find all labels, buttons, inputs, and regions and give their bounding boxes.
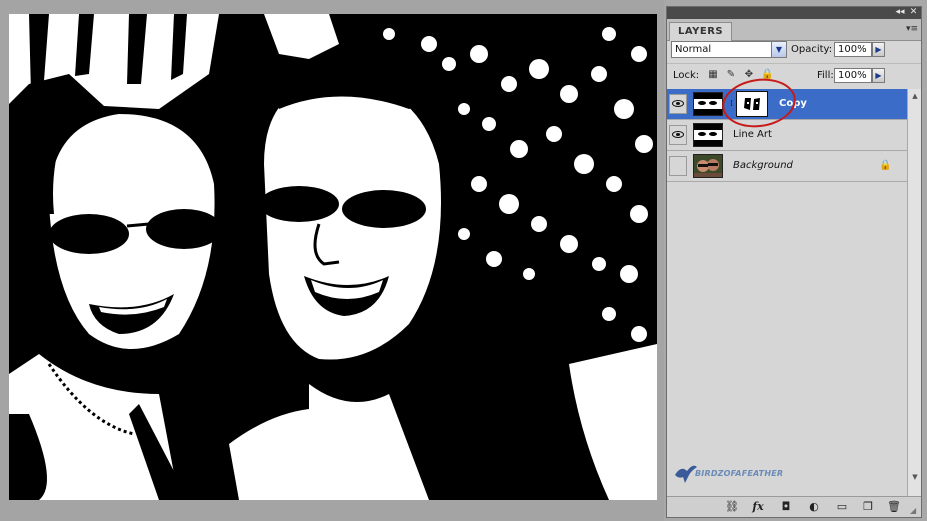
fx-icon[interactable]: fx <box>751 500 765 514</box>
line-art-photo <box>9 14 657 500</box>
move-lock-icon[interactable]: ✥ <box>743 69 755 81</box>
layers-scrollbar[interactable]: ▲ ▼ <box>907 89 921 497</box>
visibility-toggle[interactable] <box>669 125 687 145</box>
add-mask-icon[interactable]: ◘ <box>779 500 793 514</box>
canvas-area[interactable] <box>0 0 664 521</box>
mask-link-icon[interactable]: ⁞ <box>730 98 736 111</box>
layer-row-copy[interactable]: ⁞ Copy <box>667 89 907 120</box>
layer-row-background[interactable]: Background 🔒 <box>667 151 907 182</box>
layers-bottom-toolbar: ⛓ fx ◘ ◐ ▭ ❐ 🗑 ◢ <box>667 496 921 517</box>
blend-mode-select[interactable]: Normal ▼ <box>671 41 787 58</box>
lock-label: Lock: <box>673 70 700 81</box>
fill-input[interactable]: 100% <box>834 68 872 83</box>
transparency-lock-icon[interactable]: ▦ <box>707 69 719 81</box>
opacity-input[interactable]: 100% <box>834 42 872 57</box>
padlock-icon[interactable]: 🔒 <box>761 69 773 81</box>
layer-thumbnail <box>693 154 723 178</box>
adjustment-icon[interactable]: ◐ <box>807 500 821 514</box>
opacity-slider-button[interactable]: ▶ <box>872 42 885 57</box>
document-image[interactable] <box>9 14 657 500</box>
layers-panel: ◂◂ ✕ LAYERS ▾≡ Normal ▼ Opacity: 100% ▶ … <box>666 6 922 518</box>
watermark-text: BIRDZOFAFEATHER <box>695 469 784 478</box>
blend-mode-value: Normal <box>675 44 712 55</box>
new-layer-icon[interactable]: ❐ <box>861 500 875 514</box>
link-layers-icon[interactable]: ⛓ <box>725 500 739 514</box>
collapse-panel-button[interactable]: ◂◂ <box>893 7 907 18</box>
layer-thumbnail <box>693 123 723 147</box>
divider <box>667 63 921 64</box>
new-group-icon[interactable]: ▭ <box>835 500 849 514</box>
chevron-down-icon: ▼ <box>771 42 786 57</box>
panel-tab-strip: LAYERS ▾≡ <box>667 19 921 41</box>
scroll-up-icon[interactable]: ▲ <box>909 90 921 102</box>
layer-thumbnail <box>693 92 723 116</box>
layer-name: Copy <box>779 98 807 109</box>
layer-mask-thumbnail[interactable] <box>736 91 768 117</box>
visibility-toggle[interactable] <box>669 156 687 176</box>
close-panel-button[interactable]: ✕ <box>908 7 919 18</box>
trash-icon[interactable]: 🗑 <box>887 500 901 514</box>
resize-grip-icon[interactable]: ◢ <box>910 506 920 516</box>
layers-list: ⁞ Copy Line Art Background 🔒 <box>667 89 907 481</box>
tab-layers[interactable]: LAYERS <box>669 22 733 41</box>
watermark-logo: BIRDZOFAFEATHER <box>673 461 783 485</box>
eye-icon <box>672 131 684 138</box>
visibility-toggle[interactable] <box>669 94 687 114</box>
panel-title-bar[interactable]: ◂◂ ✕ <box>667 7 921 19</box>
padlock-icon: 🔒 <box>879 160 892 171</box>
opacity-label: Opacity: <box>791 44 833 55</box>
scroll-down-icon[interactable]: ▼ <box>909 471 921 483</box>
eye-icon <box>672 100 684 107</box>
brush-lock-icon[interactable]: ✎ <box>725 69 737 81</box>
fill-slider-button[interactable]: ▶ <box>872 68 885 83</box>
layer-name: Line Art <box>733 129 772 140</box>
layer-name: Background <box>733 160 793 171</box>
layer-row-line-art[interactable]: Line Art <box>667 120 907 151</box>
fill-label: Fill: <box>817 70 834 81</box>
panel-menu-icon[interactable]: ▾≡ <box>905 24 919 35</box>
